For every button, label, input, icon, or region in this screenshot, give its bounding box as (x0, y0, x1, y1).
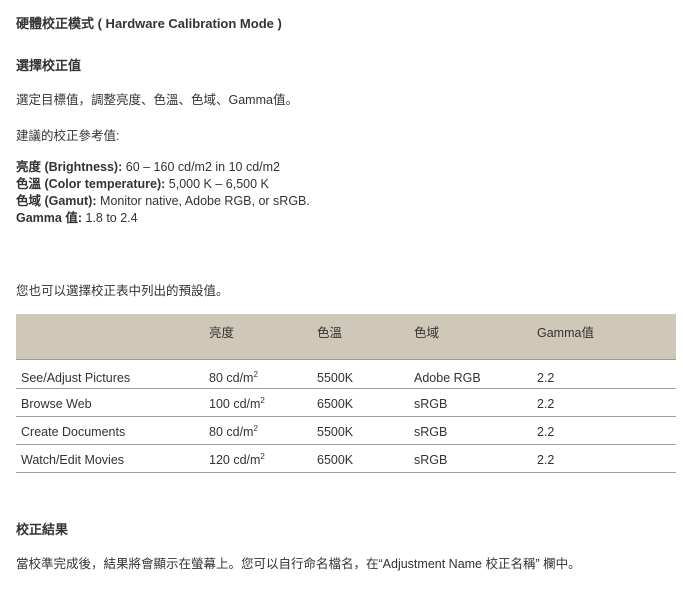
result-text: 當校準完成後，結果將會顯示在螢幕上。您可以自行命名檔名，在“Adjustment… (16, 557, 581, 571)
cell-gamut: sRGB (409, 416, 532, 445)
select-instruction: 選定目標值，調整亮度、色溫、色域、Gamma值。 (16, 93, 298, 107)
spec-label: 色溫 (Color temperature): (16, 177, 166, 191)
cell-gamut: sRGB (409, 444, 532, 473)
unit-superscript: 2 (253, 369, 258, 379)
cell-color-temp: 5500K (312, 416, 409, 445)
unit-superscript: 2 (253, 423, 258, 433)
spec-list: 亮度 (Brightness): 60 – 160 cd/m2 in 10 cd… (16, 159, 310, 227)
spec-label: 色域 (Gamut): (16, 194, 97, 208)
column-header-gamma: Gamma值 (532, 314, 676, 360)
cell-gamma: 2.2 (532, 388, 676, 417)
column-header-gamut: 色域 (409, 314, 532, 360)
table-row: Browse Web 100 cd/m2 6500K sRGB 2.2 (16, 388, 676, 417)
spec-value: 5,000 K – 6,500 K (165, 177, 269, 191)
result-heading: 校正結果 (16, 522, 69, 537)
table-row: See/Adjust Pictures 80 cd/m2 5500K Adobe… (16, 359, 676, 389)
cell-brightness: 100 cd/m2 (204, 388, 312, 417)
spec-value: 60 – 160 cd/m2 in 10 cd/m2 (122, 160, 280, 174)
column-header-brightness: 亮度 (204, 314, 312, 360)
cell-color-temp: 6500K (312, 388, 409, 417)
cell-use: See/Adjust Pictures (16, 359, 204, 389)
cell-gamma: 2.2 (532, 359, 676, 389)
cell-gamut: Adobe RGB (409, 359, 532, 389)
cell-gamut: sRGB (409, 388, 532, 417)
table-row: Create Documents 80 cd/m2 5500K sRGB 2.2 (16, 416, 676, 445)
cell-use: Watch/Edit Movies (16, 444, 204, 473)
spec-color-temperature: 色溫 (Color temperature): 5,000 K – 6,500 … (16, 176, 310, 193)
spec-label: Gamma 值: (16, 211, 82, 225)
cell-use: Create Documents (16, 416, 204, 445)
calibration-presets-table: 亮度 色溫 色域 Gamma值 See/Adjust Pictures 80 c… (16, 314, 676, 473)
cell-gamma: 2.2 (532, 444, 676, 473)
brightness-value: 120 cd/m (209, 453, 261, 467)
brightness-value: 80 cd/m (209, 370, 254, 385)
spec-brightness: 亮度 (Brightness): 60 – 160 cd/m2 in 10 cd… (16, 159, 310, 176)
column-header-color-temp: 色溫 (312, 314, 409, 360)
cell-brightness: 80 cd/m2 (204, 416, 312, 445)
column-header-use (16, 314, 204, 360)
unit-superscript: 2 (260, 451, 265, 461)
spec-value: Monitor native, Adobe RGB, or sRGB. (96, 194, 310, 208)
cell-color-temp: 5500K (312, 359, 409, 389)
table-header-row: 亮度 色溫 色域 Gamma值 (16, 314, 676, 360)
recommend-intro: 建議的校正參考值: (16, 129, 120, 143)
cell-brightness: 80 cd/m2 (204, 359, 312, 389)
table-row: Watch/Edit Movies 120 cd/m2 6500K sRGB 2… (16, 444, 676, 473)
select-values-heading: 選擇校正值 (16, 58, 82, 73)
page-title: 硬體校正模式 ( Hardware Calibration Mode ) (16, 16, 282, 31)
unit-superscript: 2 (260, 395, 265, 405)
spec-gamma: Gamma 值: 1.8 to 2.4 (16, 210, 310, 227)
spec-label: 亮度 (Brightness): (16, 160, 123, 174)
cell-brightness: 120 cd/m2 (204, 444, 312, 473)
cell-use: Browse Web (16, 388, 204, 417)
spec-value: 1.8 to 2.4 (82, 211, 138, 225)
spec-gamut: 色域 (Gamut): Monitor native, Adobe RGB, o… (16, 193, 310, 210)
preset-intro: 您也可以選擇校正表中列出的預設值。 (16, 284, 229, 298)
cell-color-temp: 6500K (312, 444, 409, 473)
brightness-value: 100 cd/m (209, 397, 261, 411)
brightness-value: 80 cd/m (209, 425, 254, 439)
cell-gamma: 2.2 (532, 416, 676, 445)
